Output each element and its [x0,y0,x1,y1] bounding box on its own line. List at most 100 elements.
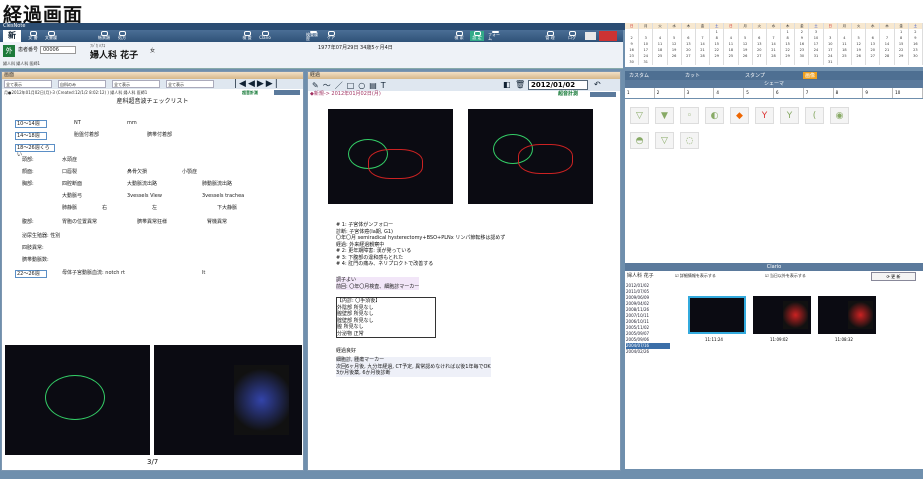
schema-page-number[interactable]: 7 [804,88,834,98]
calendar-day[interactable] [696,59,711,65]
schema-thumb[interactable]: ◦ [680,107,699,124]
schema-thumb[interactable]: Y [755,107,774,124]
clario-chk2-label: 当日以外を表示する [769,273,806,278]
week-box-2: 14〜18週 [15,132,47,140]
clario-date-item[interactable]: 2004/02/26 [626,349,670,355]
calendar-day[interactable] [781,59,796,65]
calendar-day[interactable] [724,59,739,65]
clario-button[interactable]: Clario [258,31,272,41]
calendar-day[interactable] [795,59,810,65]
clario-chk2[interactable]: ☑ 当日以外を表示する [765,273,806,279]
patient-id[interactable]: 00006 [40,46,76,54]
schema-page-number[interactable]: 2 [655,88,685,98]
prescription-button[interactable]: 処方 [115,31,129,41]
admin-button[interactable]: 管 理 [543,31,557,41]
schema-thumb[interactable]: ◆ [730,107,749,124]
schema-page-number[interactable]: 1 [625,88,655,98]
document-history-button[interactable]: 文書履 [44,31,58,41]
schema-thumb[interactable]: ▽ [630,107,649,124]
filter-select-1[interactable]: 全て表示 [4,80,52,88]
filter-select-4[interactable]: 全て表示 [166,80,214,88]
calendar-day[interactable] [852,59,867,65]
schema-thumb[interactable]: ◓ [630,132,649,149]
schema-page-number[interactable]: 4 [714,88,745,98]
schema-thumb[interactable]: ▼ [655,107,674,124]
record-menu-button[interactable] [274,90,300,95]
refresh-button[interactable]: ⟳ 更 新 [871,272,916,281]
row-chest-2: 大動脈流出路 [127,181,158,187]
undo-icon[interactable]: ↶ [594,80,601,89]
filter-select-3[interactable]: 全て表示 [112,80,160,88]
calendar-day[interactable] [880,59,895,65]
exam-button[interactable]: 検 査 [240,31,254,41]
schema-thumb[interactable]: ◌ [680,132,699,149]
schema-thumb[interactable]: ◉ [830,107,849,124]
schema-page-number[interactable]: 9 [863,88,894,98]
schema-thumb[interactable]: ▽ [655,132,674,149]
calendar-day[interactable] [653,59,668,65]
schema-thumb[interactable]: Y [780,107,799,124]
schema-thumb[interactable]: ◐ [705,107,724,124]
ultrasound-image-left[interactable] [5,345,150,455]
placenta-label: 胎盤付着部 [74,132,100,138]
close-button[interactable] [599,31,617,41]
calendar-day[interactable] [668,59,682,65]
document-button[interactable]: 文 書 [26,31,40,41]
date-field[interactable]: 2012/01/02 [528,80,588,90]
tab-image[interactable]: 画像 [803,72,818,79]
calendar-day[interactable] [909,59,923,65]
exam-history-button[interactable]: 検査履歴 [306,31,320,41]
drawing-tools[interactable]: ✎〜／□○▤T [312,80,390,91]
log-label: ログ [568,35,576,40]
entry-menu-button[interactable] [590,92,616,97]
schema-page-number[interactable]: 5 [744,88,774,98]
filter-select-2[interactable]: 自科のみ [58,80,106,88]
delete-icon[interactable]: 🗑 [515,80,525,89]
schema-thumb[interactable]: ( [805,107,824,124]
nav-arrows[interactable]: |◀◀▶▶| [234,79,280,89]
note-block-1: # 1: 子宮体がンフォロー 診断: 子宮体癌(Ia期, G1) 〇年〇月 se… [336,222,505,268]
calendar-day[interactable] [767,59,782,65]
calendar-day[interactable] [838,59,852,65]
calendar-day[interactable] [739,59,753,65]
clario-title: Clario [625,263,923,271]
calendar-day[interactable]: 30 [625,59,640,65]
ultrasound-image-mid-1[interactable] [328,109,453,204]
log-button[interactable]: ログ [565,31,579,41]
clario-thumb-2[interactable] [753,296,811,334]
calendar-day[interactable] [710,59,725,65]
clario-patient: 婦人科 花子 [627,273,654,279]
clario-thumb-3[interactable] [818,296,876,334]
schema-page-number[interactable]: 10 [893,88,923,98]
calendar-day[interactable] [866,59,881,65]
care-button[interactable]: ケア [324,31,338,41]
new-button[interactable]: 新 [3,30,21,42]
form-button[interactable]: フォーム [488,31,502,41]
calendar-day[interactable]: 31 [639,59,654,65]
cord-label: 臍帯付着部 [147,132,173,138]
tab-cut[interactable]: カット [685,72,700,79]
search-button[interactable]: 検 索 [452,31,466,41]
tab-custom[interactable]: カスタム [629,72,649,79]
tab-stamp[interactable]: スタンプ [745,72,765,79]
calendar-day[interactable] [895,59,909,65]
forms-label: 帳票類 [98,35,110,40]
ultrasound-image-mid-2[interactable] [468,109,593,204]
clario-chk1[interactable]: ☑ 詳細情報を表示する [675,273,716,279]
schema-thumbnails: ▽ ▼ ◦ ◐ ◆ Y Y ( ◉ ◓ ▽ ◌ [625,99,923,263]
app-window: ClesNote 新 文 書 文書履 帳票類 処方 検 査 Clario 検査履… [0,23,923,479]
settings-button[interactable]: 設 定 [470,31,484,41]
clario-thumb-1[interactable] [688,296,746,334]
doppler-image[interactable] [154,345,302,455]
calendar-day[interactable]: 31 [824,59,838,65]
date-prev-icon[interactable]: ◧ [503,80,511,89]
schema-page-number[interactable]: 6 [774,88,804,98]
calendar-day[interactable] [753,59,767,65]
forms-button[interactable]: 帳票類 [97,31,111,41]
calendar-day[interactable] [682,59,696,65]
row-chest-label: 胸部: [22,181,34,187]
schema-page-number[interactable]: 3 [685,88,715,98]
minimize-button[interactable] [585,32,596,40]
schema-page-number[interactable]: 8 [834,88,864,98]
calendar-day[interactable] [809,59,824,65]
